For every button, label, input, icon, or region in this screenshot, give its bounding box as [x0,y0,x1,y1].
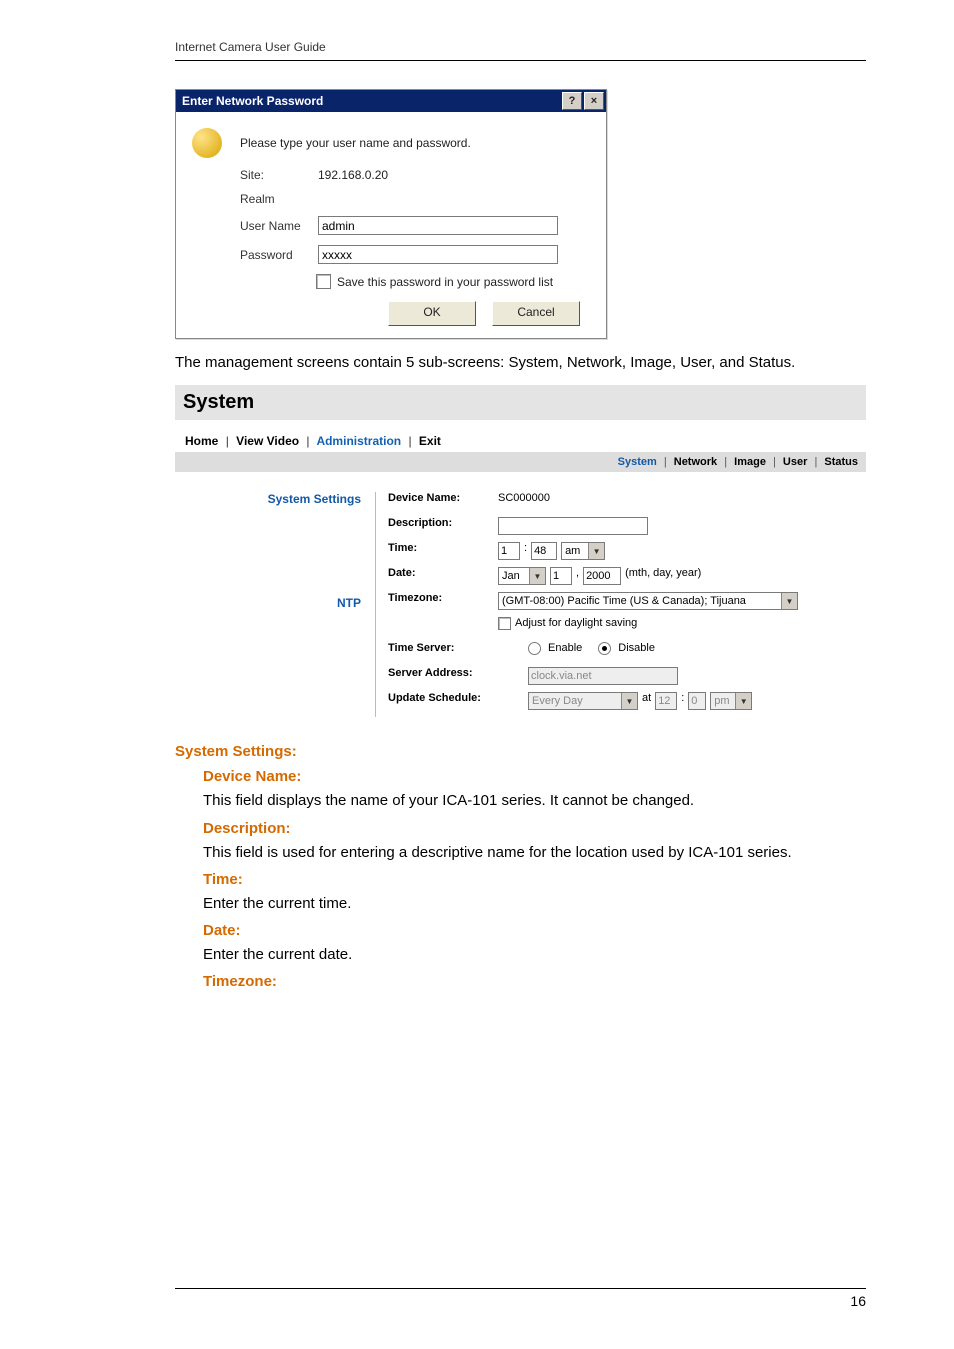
close-button[interactable]: × [584,92,604,110]
timeserver-enable-radio[interactable] [528,642,541,655]
lbl-date: Date: [388,567,498,592]
p-description: This field is used for entering a descri… [203,843,866,863]
ts-disable-label: Disable [618,642,655,654]
lbl-device-name: Device Name: [388,492,498,517]
server-address-input[interactable] [528,667,678,685]
update-hr-input[interactable] [655,692,677,710]
p-time: Enter the current time. [203,894,866,914]
date-year-input[interactable] [583,567,621,585]
val-device-name: SC000000 [498,492,550,504]
intro-text: The management screens contain 5 sub-scr… [175,353,866,373]
date-hint: (mth, day, year) [625,567,701,579]
subnav-system[interactable]: System [618,456,657,468]
dialog-title: Enter Network Password [182,94,560,108]
lbl-server-address: Server Address: [388,667,498,692]
lbl-description: Description: [388,517,498,542]
chevron-down-icon: ▼ [529,568,545,584]
update-min-input[interactable] [688,692,706,710]
at-label: at [642,692,651,704]
password-input[interactable] [318,245,558,264]
chevron-down-icon: ▼ [735,693,751,709]
admin-panel: Home | View Video | Administration | Exi… [175,434,866,717]
admin-sub-nav: System | Network | Image | User | Status [175,452,866,472]
h-device-name: Device Name: [203,768,866,785]
update-colon: : [681,692,684,704]
p-device-name: This field displays the name of your ICA… [203,791,866,811]
site-label: Site: [240,168,318,182]
description-input[interactable] [498,517,648,535]
password-label: Password [240,248,318,262]
lbl-time-server: Time Server: [388,642,498,667]
date-day-input[interactable] [550,567,572,585]
h-time: Time: [203,871,866,888]
nav-view-video[interactable]: View Video [236,434,299,448]
save-password-checkbox[interactable] [316,274,331,289]
password-dialog: Enter Network Password ? × Please type y… [175,89,607,339]
nav-administration[interactable]: Administration [316,434,401,448]
chevron-down-icon: ▼ [781,593,797,609]
date-month-select[interactable]: Jan▼ [498,567,546,585]
realm-label: Realm [240,192,318,206]
timezone-select[interactable]: (GMT-08:00) Pacific Time (US & Canada); … [498,592,798,610]
date-comma: , [576,567,579,579]
dialog-prompt: Please type your user name and password. [240,136,471,150]
doc-header: Internet Camera User Guide [175,40,866,61]
subnav-user[interactable]: User [783,456,807,468]
time-colon1: : [524,542,527,554]
h-timezone: Timezone: [203,973,866,990]
time-ampm-select[interactable]: am▼ [561,542,605,560]
lbl-update-schedule: Update Schedule: [388,692,498,717]
subnav-network[interactable]: Network [674,456,717,468]
cancel-button[interactable]: Cancel [492,301,580,326]
username-label: User Name [240,219,318,233]
nav-exit[interactable]: Exit [419,434,441,448]
page-footer: 16 [175,1288,866,1309]
h-system-settings: System Settings: [175,743,866,760]
chevron-down-icon: ▼ [588,543,604,559]
update-ampm-select[interactable]: pm▼ [710,692,752,710]
help-button[interactable]: ? [562,92,582,110]
subnav-status[interactable]: Status [824,456,858,468]
admin-top-nav: Home | View Video | Administration | Exi… [175,434,866,452]
dst-checkbox[interactable] [498,617,511,630]
update-day-select[interactable]: Every Day▼ [528,692,638,710]
lbl-timezone: Timezone: [388,592,498,642]
dst-label: Adjust for daylight saving [515,617,637,629]
nav-home[interactable]: Home [185,434,218,448]
save-password-label: Save this password in your password list [337,275,553,289]
group-ntp: NTP [185,596,361,610]
keys-icon [192,128,222,158]
site-value: 192.168.0.20 [318,168,590,182]
timeserver-disable-radio[interactable] [598,642,611,655]
lbl-time: Time: [388,542,498,567]
ts-enable-label: Enable [548,642,582,654]
h-date: Date: [203,922,866,939]
time-min-input[interactable] [531,542,557,560]
group-system-settings: System Settings [185,492,361,506]
subnav-image[interactable]: Image [734,456,766,468]
ok-button[interactable]: OK [388,301,476,326]
section-heading-system: System [175,385,866,420]
chevron-down-icon: ▼ [621,693,637,709]
p-date: Enter the current date. [203,945,866,965]
dialog-titlebar: Enter Network Password ? × [176,90,606,112]
time-hour-input[interactable] [498,542,520,560]
username-input[interactable] [318,216,558,235]
page-number: 16 [850,1293,866,1309]
h-description: Description: [203,820,866,837]
